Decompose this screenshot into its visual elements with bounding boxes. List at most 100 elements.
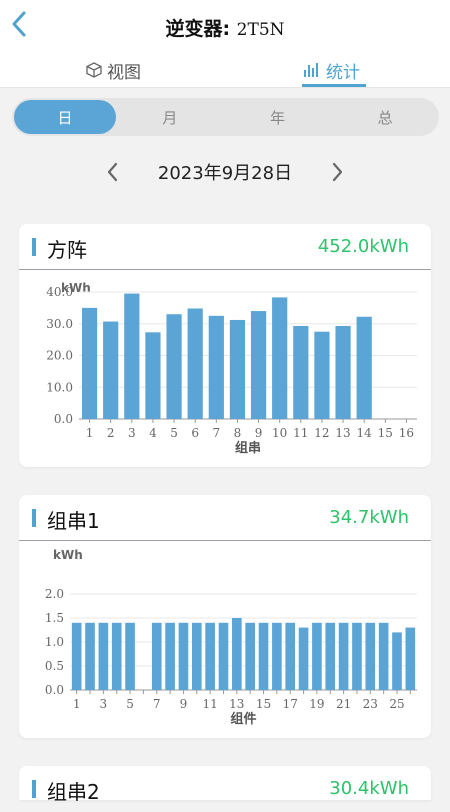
x-tick-label: 21 [336, 697, 351, 711]
bar [232, 618, 242, 690]
bar [71, 622, 82, 690]
page-title: 逆变器: 2T5N [0, 14, 450, 41]
y-tick-label: 20.0 [46, 349, 73, 363]
x-tick-label: 16 [399, 426, 414, 440]
x-tick-label: 7 [212, 426, 220, 440]
card-title: 组串1 [47, 509, 100, 533]
tab-statistics[interactable]: 统计 [303, 54, 360, 86]
card-accent-bar [32, 780, 36, 798]
bar [392, 632, 402, 690]
y-axis-unit-label: kWh [53, 548, 83, 562]
x-tick-label: 4 [149, 426, 157, 440]
bar [81, 307, 98, 419]
bar [312, 622, 322, 690]
card-header: 组串1 34.7kWh [19, 495, 431, 541]
period-year[interactable]: 年 [224, 98, 332, 136]
date-navigator: 2023年9月28日 [0, 156, 450, 188]
bar [245, 622, 255, 690]
x-tick-label: 11 [202, 697, 217, 711]
bar [166, 314, 182, 419]
period-day[interactable]: 日 [14, 100, 116, 134]
inverter-code: 2T5N [236, 20, 285, 40]
x-tick-label: 23 [363, 697, 378, 711]
bar [208, 315, 224, 419]
y-tick-label: 1.0 [45, 635, 64, 649]
bar [338, 622, 349, 690]
cube-icon [86, 62, 102, 78]
bar [405, 627, 416, 690]
bar [124, 293, 140, 419]
card-header: 组串2 30.4kWh [19, 766, 431, 812]
card-title: 方阵 [47, 238, 87, 262]
x-tick-label: 3 [100, 697, 108, 711]
card-energy-value: 452.0kWh [317, 236, 409, 257]
x-tick-label: 9 [180, 697, 188, 711]
x-tick-label: 15 [256, 697, 271, 711]
y-tick-label: 1.5 [45, 611, 64, 625]
bar [258, 622, 269, 690]
bar [272, 297, 288, 419]
top-bar: 逆变器: 2T5N 视图 统计 [0, 0, 450, 88]
bar [218, 622, 229, 690]
bar [178, 622, 189, 690]
bar [151, 622, 162, 690]
y-tick-label: 30.0 [46, 317, 73, 331]
x-tick-label: 7 [153, 697, 161, 711]
next-date-chevron-icon[interactable] [328, 161, 346, 183]
bar [325, 622, 336, 690]
bar [298, 627, 309, 690]
bar [356, 316, 372, 419]
array-card: 方阵 452.0kWh kWh 0.0 10.0 20.0 30.0 40.0 1 2 3 4 5 6… [19, 224, 431, 467]
bar [365, 622, 376, 690]
bar [378, 622, 389, 690]
current-date: 2023年9月28日 [157, 163, 293, 184]
card-energy-value: 34.7kWh [329, 507, 409, 528]
tab-view-label: 视图 [107, 62, 141, 83]
x-tick-label: 1 [86, 426, 94, 440]
string1-card: 组串1 34.7kWh kWh 0.0 0.5 1.0 1.5 2.0 1 3 5 7 9 11 13 1… [19, 495, 431, 738]
bar [205, 622, 215, 690]
bar [187, 308, 203, 419]
x-tick-label: 17 [283, 697, 298, 711]
bar [103, 321, 119, 419]
y-tick-label: 0.0 [45, 683, 64, 697]
array-bar-chart: kWh0.010.020.030.040.01 2 3 4 5 6 7 8 9 10 11 12 13 1… [46, 281, 417, 456]
bar [125, 622, 135, 690]
x-tick-label: 25 [389, 697, 404, 711]
bar [98, 622, 109, 690]
y-tick-label: 10.0 [46, 380, 73, 394]
card-title: 组串2 [47, 780, 100, 804]
period-month[interactable]: 月 [116, 98, 224, 136]
bar [293, 325, 309, 419]
y-tick-label: 40.0 [46, 285, 73, 299]
x-tick-label: 19 [309, 697, 324, 711]
bar [352, 622, 362, 690]
x-tick-label: 13 [229, 697, 244, 711]
x-tick-label: 2 [107, 426, 115, 440]
prev-date-chevron-icon[interactable] [104, 161, 122, 183]
x-tick-label: 10 [272, 426, 287, 440]
bar [85, 622, 95, 690]
x-tick-label: 3 [128, 426, 136, 440]
bar-chart-icon [304, 63, 318, 77]
tab-view[interactable]: 视图 [86, 54, 141, 86]
x-tick-label: 15 [378, 426, 393, 440]
y-tick-label: 0.0 [54, 412, 73, 426]
card-energy-value: 30.4kWh [329, 778, 409, 799]
bar [250, 311, 267, 419]
bar [111, 622, 122, 690]
x-tick-label: 11 [293, 426, 308, 440]
period-total[interactable]: 总 [331, 98, 439, 136]
x-axis-title: 组串 [235, 440, 261, 456]
card-accent-bar [32, 238, 36, 256]
bar [335, 325, 351, 419]
bar [165, 622, 175, 690]
y-tick-label: 0.5 [45, 659, 64, 673]
x-axis-title: 组件 [230, 711, 256, 727]
card-accent-bar [32, 509, 36, 527]
x-tick-label: 9 [255, 426, 263, 440]
x-tick-label: 5 [126, 697, 134, 711]
card-header: 方阵 452.0kWh [19, 224, 431, 270]
period-selector: 日 月 年 总 [12, 98, 439, 136]
x-tick-label: 12 [314, 426, 329, 440]
